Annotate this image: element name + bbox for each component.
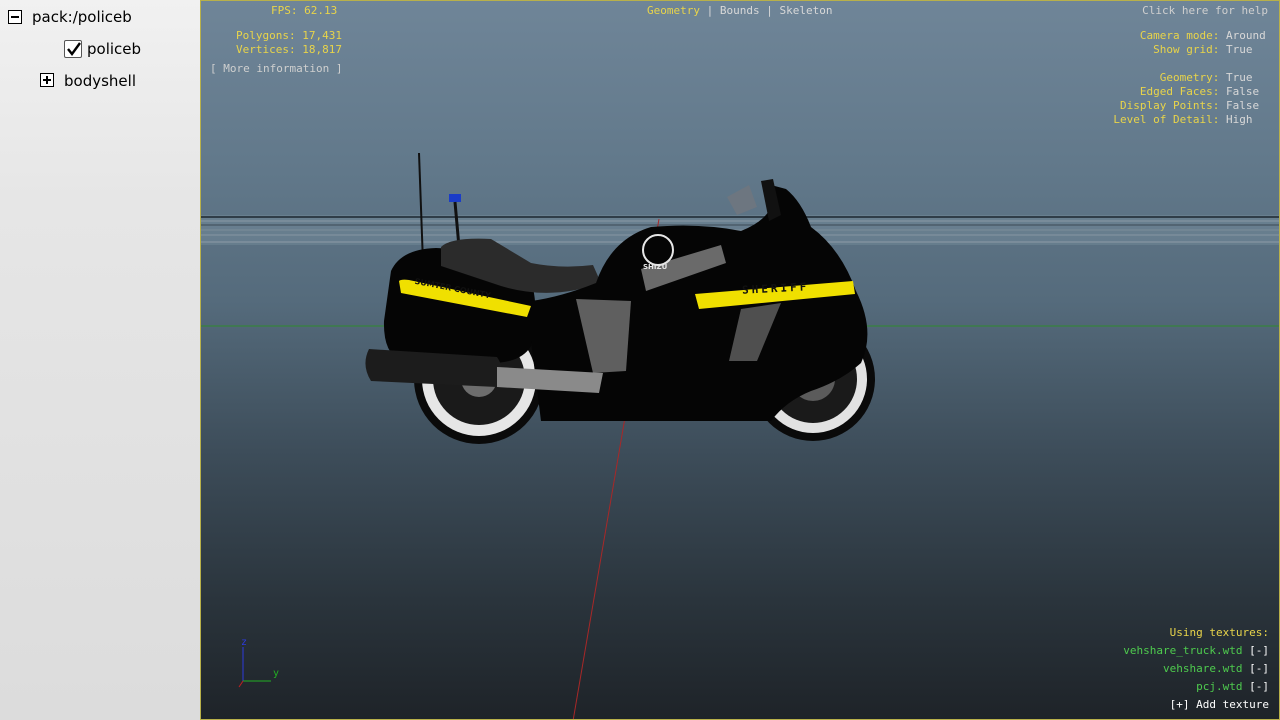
remove-texture-button[interactable]: [-] <box>1249 662 1269 675</box>
level-of-detail-setting[interactable]: Level of Detail: High <box>1113 113 1268 127</box>
axis-gizmo <box>238 647 271 688</box>
geometry-label: Geometry: <box>1159 71 1220 84</box>
geometry-setting[interactable]: Geometry: True <box>1160 71 1268 85</box>
expand-icon[interactable] <box>40 73 54 87</box>
textures-title: Using textures: <box>1169 626 1269 639</box>
remove-texture-button[interactable]: [-] <box>1249 680 1269 693</box>
tab-skeleton[interactable]: Skeleton <box>779 4 832 17</box>
edged-faces-value[interactable]: False <box>1226 85 1268 99</box>
texture-item: pcj.wtd [-] <box>1196 680 1269 694</box>
show-grid-setting[interactable]: Show grid: True <box>1153 43 1268 57</box>
show-grid-label: Show grid: <box>1153 43 1220 56</box>
model-viewport[interactable]: SHERIFF SUMTER COUNTY SHIZU FPS: 62.13 P… <box>200 0 1280 720</box>
polygons-value: 17,431 <box>302 29 342 42</box>
edged-faces-label: Edged Faces: <box>1139 85 1220 98</box>
show-grid-value[interactable]: True <box>1226 43 1268 57</box>
tree-node-root-label: pack:/policeb <box>32 8 132 26</box>
collapse-icon[interactable] <box>8 10 22 24</box>
help-link[interactable]: Click here for help <box>1142 4 1268 18</box>
tab-geometry[interactable]: Geometry <box>647 4 700 17</box>
texture-name: pcj.wtd <box>1196 680 1243 693</box>
badge-text: SHIZU <box>643 263 668 271</box>
render-mode-tabs: Geometry | Bounds | Skeleton <box>647 4 832 18</box>
more-information-link[interactable]: [ More information ] <box>210 62 342 76</box>
level-of-detail-label: Level of Detail: <box>1113 113 1220 126</box>
texture-name: vehshare.wtd <box>1163 662 1243 675</box>
fps-value: 62.13 <box>304 4 338 17</box>
edged-faces-setting[interactable]: Edged Faces: False <box>1140 85 1268 99</box>
display-points-label: Display Points: <box>1120 99 1220 112</box>
vertices-label: Vertices: <box>236 43 296 56</box>
motorcycle-model[interactable] <box>365 152 875 444</box>
checkmark-icon <box>67 42 81 56</box>
display-points-setting[interactable]: Display Points: False <box>1120 99 1268 113</box>
tab-separator: | <box>766 4 773 17</box>
fps-readout: FPS: 62.13 <box>271 4 337 18</box>
add-texture-button[interactable]: [+] Add texture <box>1170 698 1269 712</box>
polygon-count: Polygons: 17,431 <box>236 29 342 43</box>
polygons-label: Polygons: <box>236 29 296 42</box>
scene-canvas[interactable] <box>201 1 1280 720</box>
remove-texture-button[interactable]: [-] <box>1249 644 1269 657</box>
camera-mode-setting[interactable]: Camera mode: Around <box>1140 29 1268 43</box>
texture-item: vehshare.wtd [-] <box>1163 662 1269 676</box>
level-of-detail-value[interactable]: High <box>1226 113 1268 127</box>
tree-node-policeb-label: policeb <box>87 40 142 58</box>
geometry-value[interactable]: True <box>1226 71 1268 85</box>
tab-separator: | <box>706 4 714 17</box>
vertex-count: Vertices: 18,817 <box>236 43 342 57</box>
axis-y-label: y <box>273 668 280 679</box>
tab-bounds[interactable]: Bounds <box>720 4 760 17</box>
camera-mode-label: Camera mode: <box>1139 29 1220 42</box>
camera-mode-value[interactable]: Around <box>1226 29 1268 43</box>
fps-label: FPS: <box>271 4 298 17</box>
texture-name: vehshare_truck.wtd <box>1123 644 1243 657</box>
scene-tree-panel: pack:/policeb policeb bodyshell <box>0 0 200 720</box>
tree-node-bodyshell-label: bodyshell <box>64 72 136 90</box>
vertices-value: 18,817 <box>302 43 342 56</box>
visibility-checkbox[interactable] <box>64 40 82 58</box>
texture-item: vehshare_truck.wtd [-] <box>1123 644 1269 658</box>
axis-z-label: z <box>241 637 248 648</box>
display-points-value[interactable]: False <box>1226 99 1268 113</box>
